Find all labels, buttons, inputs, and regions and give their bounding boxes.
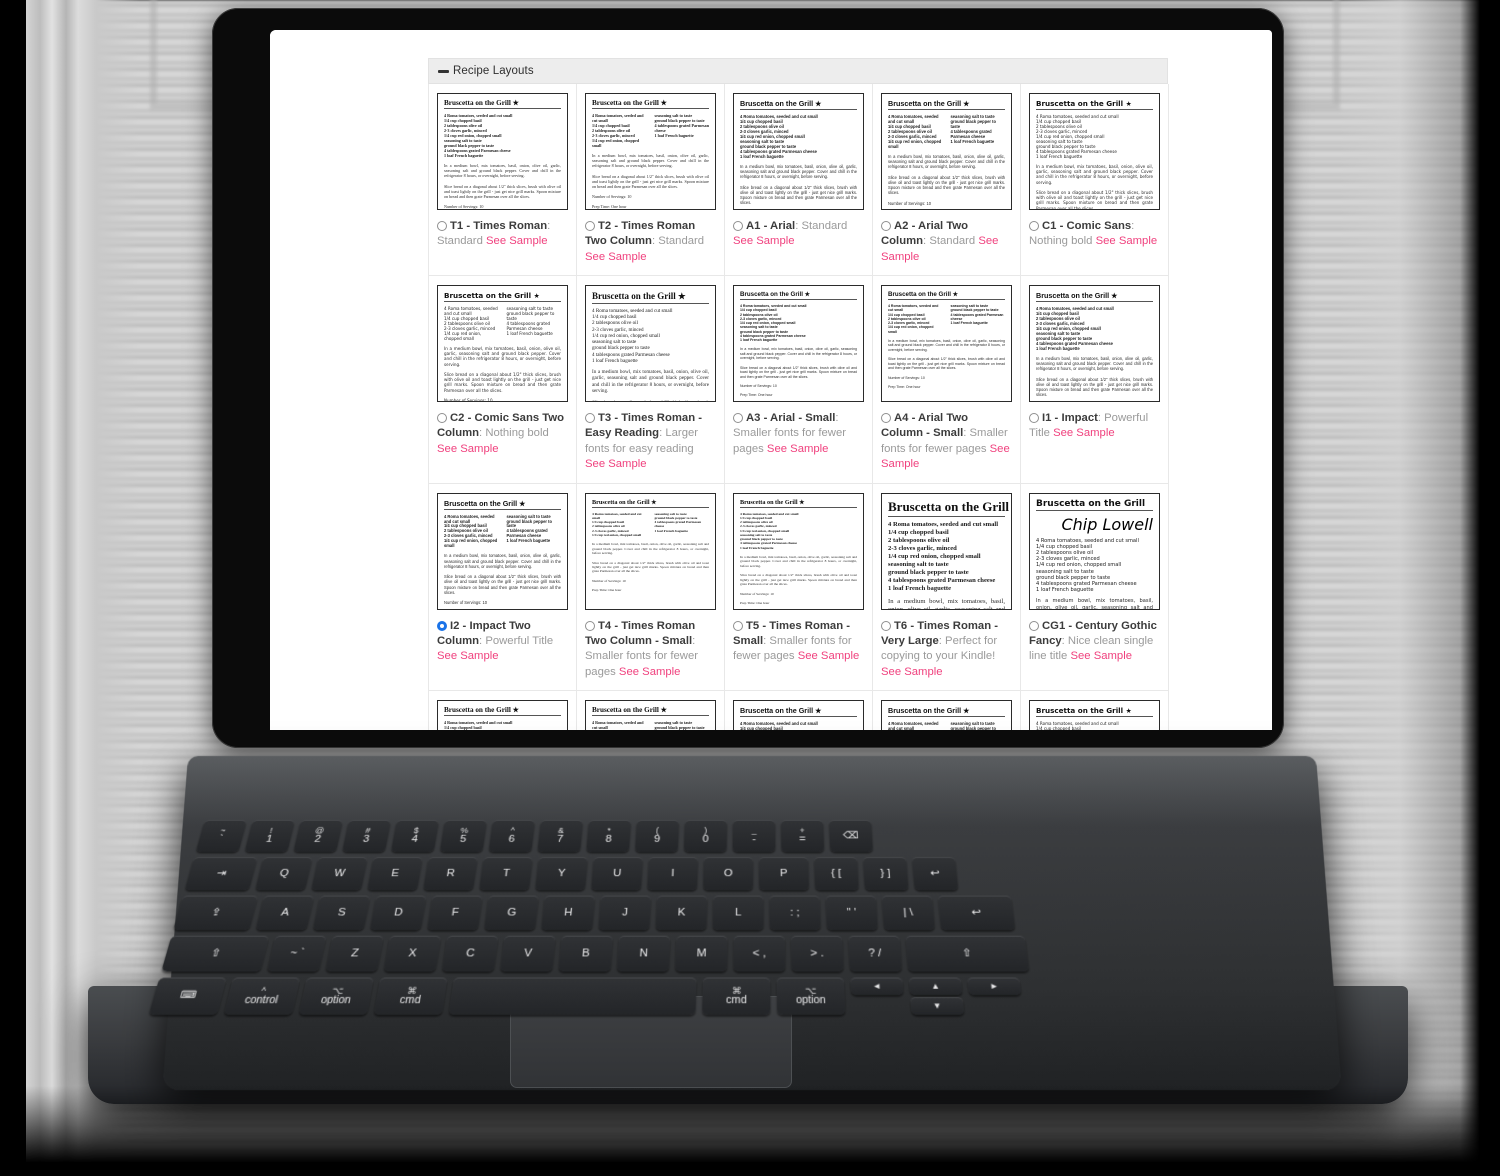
key--[interactable]: + = [781,820,825,852]
key-o[interactable]: O [703,857,753,891]
key-arrow-left[interactable]: ◄ [850,977,904,995]
key-k[interactable]: K [655,895,708,930]
key-e[interactable]: E [367,857,423,891]
keyboard-row-numbers: ~ `! 1 @2 #3 $4% 5 ^ 6 & 7 * 8(9) 0 _ - + = ⌫ [195,820,873,852]
key-n[interactable]: N [616,935,671,972]
key-f[interactable]: F [427,895,483,930]
key-arrow-down[interactable]: ▼ [910,996,965,1015]
key-a[interactable]: A [255,895,315,930]
key-6[interactable]: ^ 6 [488,820,535,852]
key-g[interactable]: G [484,895,539,930]
key-v[interactable]: V [500,935,556,972]
keyboard-row-modifiers: ⌨ ^ control ⌥ option ⌘ cmd ⌘ cmd ⌥ option ◄ ▲ ▼ ► [148,977,1024,1015]
key-7[interactable]: & 7 [537,820,583,852]
key-s[interactable]: S [312,895,371,930]
key--[interactable]: ? / [848,935,902,972]
key--[interactable]: { [ [814,857,859,891]
key-arrow-right[interactable]: ► [967,977,1022,995]
screenshot-stage: Recipe Layouts Bruscetta on the Grill ★ 4… [0,0,1500,1176]
key-5[interactable]: % 5 [439,820,487,852]
key-1[interactable]: ! 1 [244,820,295,852]
key-y[interactable]: Y [535,857,588,891]
key-space[interactable] [448,977,697,1015]
key-option[interactable]: ⌥ option [776,977,846,1015]
key-option[interactable]: ⌥ option [298,977,374,1015]
key-l[interactable]: L [712,895,764,930]
key--[interactable]: > . [791,935,844,972]
keyboard-row-home: ⇪ A S D F G H J K L: ; " ' | \ ↩ [173,895,1016,930]
keyboard-assembly: ~ `! 1 @2 #3 $4% 5 ^ 6 & 7 * 8(9) 0 _ - + = ⌫ ⇥ Q W E R T Y U I O P{ … [0,0,1500,1176]
key-control[interactable]: ^ control [223,977,301,1015]
key-c[interactable]: C [441,935,499,972]
key--[interactable]: : ; [769,895,821,930]
key-p[interactable]: P [759,857,809,891]
key--[interactable]: ⇧ [905,935,1030,972]
key-z[interactable]: Z [325,935,384,972]
keyboard-row-shift: ⇧ ~ ` Z X C V B N M < , > .? / ⇧ [161,935,1030,972]
key--[interactable]: ⌫ [829,820,873,852]
key-arrow-up[interactable]: ▲ [908,977,963,995]
key-j[interactable]: J [598,895,652,930]
arrow-key-stack: ▲ ▼ [908,977,965,1015]
key--[interactable]: ⇥ [184,857,258,891]
key-q[interactable]: Q [255,857,313,891]
key--[interactable]: ⌨ [148,977,227,1015]
key--[interactable]: ~ ` [267,935,327,972]
key-w[interactable]: W [311,857,368,891]
key-cmd[interactable]: ⌘ cmd [702,977,771,1015]
key--[interactable]: } ] [863,857,909,891]
key-x[interactable]: X [383,935,442,972]
key-b[interactable]: B [558,935,613,972]
key--[interactable]: _ - [732,820,776,852]
key-2[interactable]: @2 [293,820,343,852]
key-9[interactable]: (9 [635,820,679,852]
keyboard-row-qwerty: ⇥ Q W E R T Y U I O P{ [} ] ↩ [184,857,959,891]
key-0[interactable]: ) 0 [683,820,727,852]
key--[interactable]: " ' [825,895,878,930]
key-3[interactable]: #3 [342,820,391,852]
key--[interactable]: ⇪ [173,895,259,930]
key-r[interactable]: R [423,857,478,891]
key--[interactable]: < , [733,935,786,972]
key--[interactable]: ⇧ [161,935,270,972]
key-h[interactable]: H [541,895,595,930]
key-i[interactable]: I [647,857,698,891]
key-u[interactable]: U [591,857,643,891]
key-cmd[interactable]: ⌘ cmd [373,977,448,1015]
key--[interactable]: | \ [881,895,935,930]
key-d[interactable]: D [370,895,427,930]
key-8[interactable]: * 8 [586,820,631,852]
key-m[interactable]: M [675,935,728,972]
keyboard-keys: ~ `! 1 @2 #3 $4% 5 ^ 6 & 7 * 8(9) 0 _ - + = ⌫ ⇥ Q W E R T Y U I O P{ … [148,820,1348,1015]
key-return[interactable]: ↩ [937,895,1016,930]
key--[interactable]: ↩ [911,857,959,891]
key-t[interactable]: T [479,857,533,891]
key-4[interactable]: $4 [391,820,439,852]
key--[interactable]: ~ ` [195,820,247,852]
